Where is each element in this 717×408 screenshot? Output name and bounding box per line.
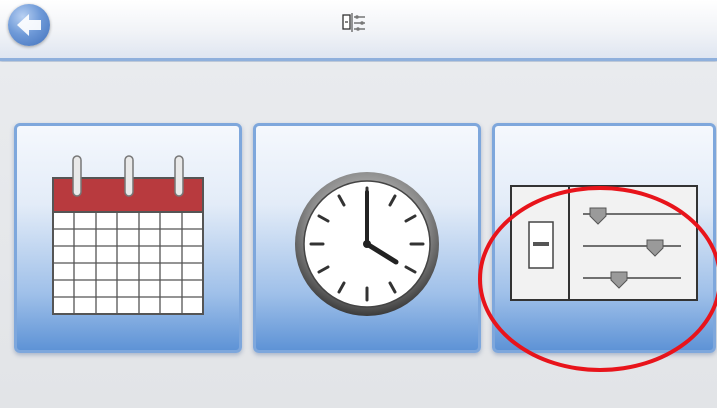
clock-icon bbox=[295, 172, 439, 316]
calendar-tile[interactable] bbox=[14, 123, 242, 353]
calendar-icon bbox=[52, 155, 204, 315]
back-button[interactable] bbox=[8, 4, 50, 46]
sliders-settings-icon bbox=[510, 185, 698, 301]
device-settings-icon bbox=[342, 13, 365, 32]
back-arrow-icon bbox=[17, 14, 41, 36]
settings-tile[interactable] bbox=[492, 123, 716, 353]
top-bar bbox=[0, 0, 717, 61]
clock-tile[interactable] bbox=[253, 123, 481, 353]
